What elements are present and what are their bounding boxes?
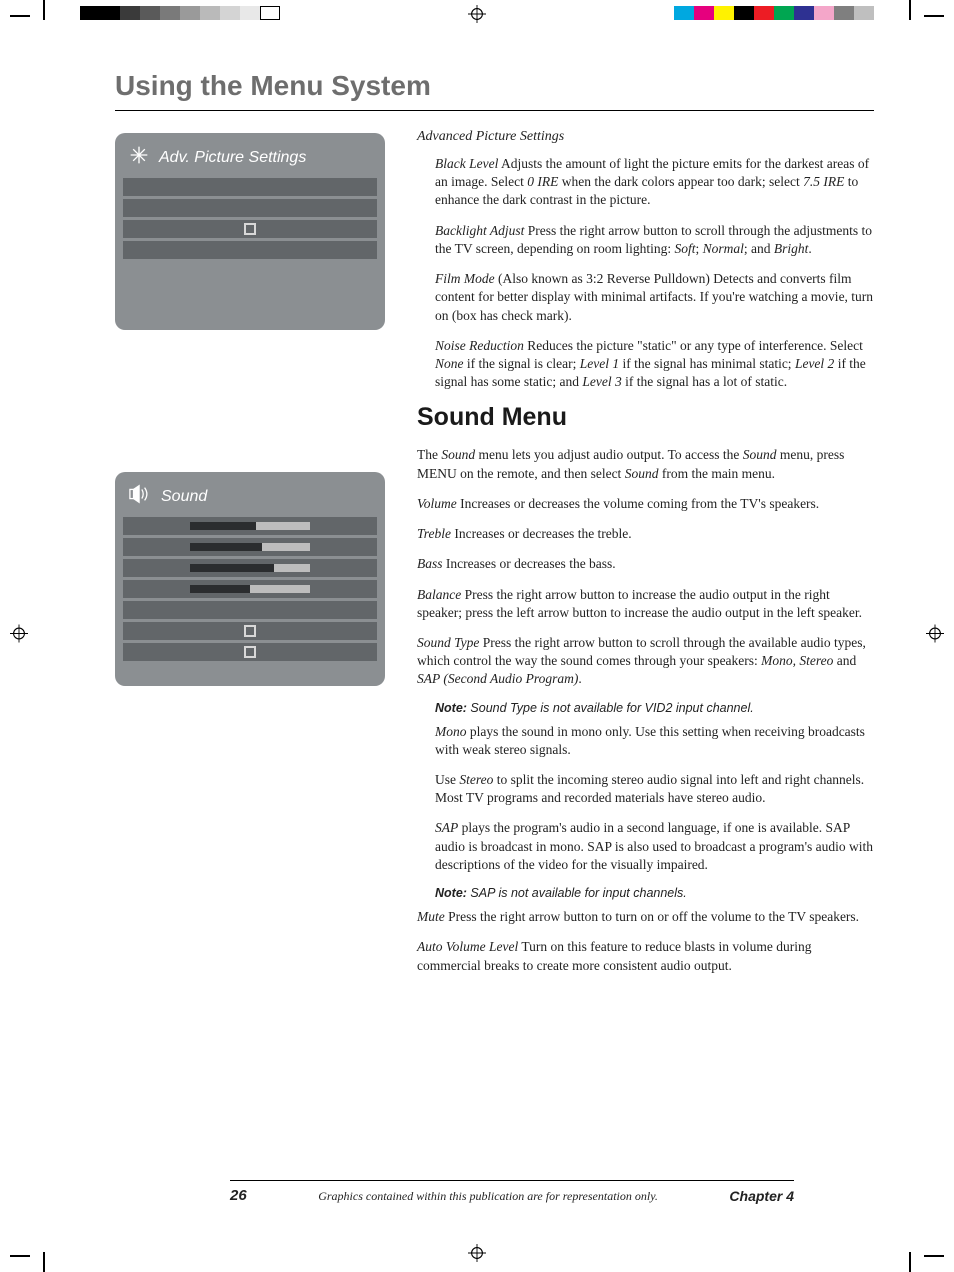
right-column: Advanced Picture Settings Black Level Ad…	[417, 129, 874, 987]
menu-row	[123, 622, 377, 640]
figure-adv-picture-settings: Adv. Picture Settings	[115, 133, 385, 330]
page: Using the Menu System Adv. Picture Setti…	[0, 0, 954, 1272]
checkbox-icon	[244, 646, 256, 658]
registration-bottom	[0, 1242, 954, 1272]
registration-mark-icon	[10, 625, 28, 648]
menu-row	[123, 559, 377, 577]
grayscale-bar	[80, 6, 280, 20]
paragraph-mute: Mute Press the right arrow button to tur…	[417, 908, 874, 926]
footer-caption: Graphics contained within this publicati…	[318, 1189, 658, 1204]
section-heading-sound: Sound Menu	[417, 403, 874, 432]
title-rule	[115, 110, 874, 111]
checkbox-icon	[244, 223, 256, 235]
menu-row	[123, 643, 377, 661]
content-area: Using the Menu System Adv. Picture Setti…	[115, 70, 874, 1212]
paragraph-volume: Volume Increases or decreases the volume…	[417, 495, 874, 513]
paragraph-black-level: Black Level Adjusts the amount of light …	[435, 155, 874, 210]
chapter-title: Using the Menu System	[115, 70, 874, 102]
note-sap: Note: SAP is not available for input cha…	[435, 886, 874, 900]
paragraph-bass: Bass Increases or decreases the bass.	[417, 555, 874, 573]
paragraph-balance: Balance Press the right arrow button to …	[417, 586, 874, 622]
speaker-icon	[129, 484, 151, 509]
registration-mark-icon	[926, 625, 944, 648]
section-heading: Advanced Picture Settings	[417, 129, 874, 145]
page-number: 26	[230, 1187, 247, 1204]
paragraph-film-mode: Film Mode (Also known as 3:2 Reverse Pul…	[435, 270, 874, 325]
paragraph-sap: SAP plays the program's audio in a secon…	[435, 819, 874, 874]
paragraph-auto-volume: Auto Volume Level Turn on this feature t…	[417, 938, 874, 974]
figure-sound-menu: Sound	[115, 472, 385, 686]
paragraph-noise-reduction: Noise Reduction Reduces the picture "sta…	[435, 337, 874, 392]
color-bar	[674, 6, 874, 20]
menu-row	[123, 580, 377, 598]
menu-row	[123, 241, 377, 259]
menu-row	[123, 199, 377, 217]
registration-mark-icon	[468, 1244, 486, 1267]
menu-row	[123, 517, 377, 535]
menu-row	[123, 601, 377, 619]
registration-top	[0, 0, 954, 30]
menu-row	[123, 178, 377, 196]
paragraph-stereo: Use Stereo to split the incoming stereo …	[435, 771, 874, 807]
paragraph-sound-intro: The Sound menu lets you adjust audio out…	[417, 446, 874, 482]
note-sound-type: Note: Sound Type is not available for VI…	[435, 701, 874, 715]
left-column: Adv. Picture Settings	[115, 129, 385, 987]
figure-title: Adv. Picture Settings	[159, 149, 306, 167]
checkbox-icon	[244, 625, 256, 637]
figure-title: Sound	[161, 488, 207, 506]
registration-mark-icon	[468, 5, 486, 28]
paragraph-treble: Treble Increases or decreases the treble…	[417, 525, 874, 543]
menu-row	[123, 538, 377, 556]
menu-row	[123, 220, 377, 238]
paragraph-backlight: Backlight Adjust Press the right arrow b…	[435, 222, 874, 258]
chapter-label: Chapter 4	[729, 1188, 794, 1204]
page-footer: 26 Graphics contained within this public…	[230, 1180, 794, 1204]
snowflake-icon	[129, 145, 149, 170]
paragraph-mono: Mono plays the sound in mono only. Use t…	[435, 723, 874, 759]
paragraph-sound-type: Sound Type Press the right arrow button …	[417, 634, 874, 689]
